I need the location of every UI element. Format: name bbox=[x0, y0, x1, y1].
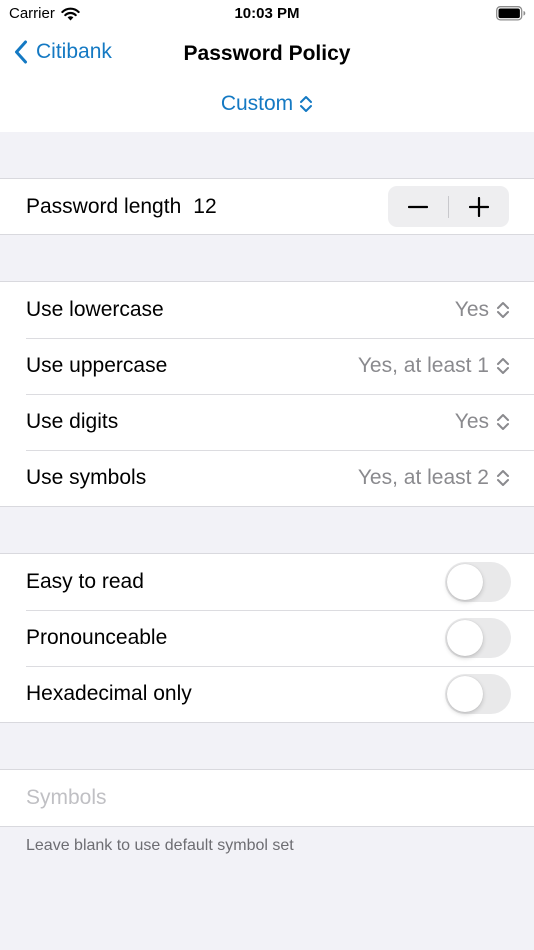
custom-symbols-section bbox=[0, 769, 534, 827]
digits-value[interactable]: Yes bbox=[455, 410, 510, 434]
hexadecimal-only-row: Hexadecimal only bbox=[0, 666, 534, 722]
digits-value-text: Yes bbox=[454, 410, 489, 433]
symbols-value-text: Yes, at least 2 bbox=[357, 466, 489, 489]
lowercase-row[interactable]: Use lowercase Yes bbox=[0, 282, 534, 338]
custom-symbols-row bbox=[0, 770, 534, 826]
password-length-row: Password length 12 bbox=[0, 179, 534, 234]
decrement-button[interactable] bbox=[388, 186, 448, 227]
chevron-left-icon bbox=[15, 40, 27, 64]
lowercase-label: Use lowercase bbox=[26, 298, 164, 321]
policy-mode-label: Custom bbox=[220, 92, 294, 115]
digits-row[interactable]: Use digits Yes bbox=[0, 394, 534, 450]
toggle-knob bbox=[447, 620, 483, 656]
length-section: Password length 12 bbox=[0, 178, 534, 235]
policy-mode-selector[interactable]: Custom bbox=[221, 92, 313, 116]
password-length-text: Password length 12 bbox=[26, 195, 217, 219]
chevron-up-down-icon bbox=[497, 470, 509, 486]
chevron-up-down-icon bbox=[497, 358, 509, 374]
toggle-knob bbox=[447, 564, 483, 600]
hexadecimal-only-toggle[interactable] bbox=[445, 674, 511, 714]
top-header: Carrier 10:03 PM Citibank Password Polic… bbox=[0, 0, 534, 132]
custom-symbols-input[interactable] bbox=[26, 786, 510, 810]
options-section: Easy to read Pronounceable Hexadecimal o… bbox=[0, 553, 534, 723]
symbols-label: Use symbols bbox=[26, 466, 147, 489]
password-length-stepper bbox=[388, 186, 509, 227]
battery-icon bbox=[496, 6, 526, 25]
password-length-label: Password length bbox=[26, 194, 182, 218]
navigation-bar: Citibank Password Policy bbox=[0, 28, 534, 82]
mode-row: Custom bbox=[0, 82, 534, 132]
symbols-row[interactable]: Use symbols Yes, at least 2 bbox=[0, 450, 534, 506]
hexadecimal-only-label: Hexadecimal only bbox=[26, 682, 192, 705]
uppercase-label: Use uppercase bbox=[26, 354, 168, 377]
lowercase-value-text: Yes bbox=[454, 298, 489, 321]
toggle-knob bbox=[447, 676, 483, 712]
pronounceable-toggle[interactable] bbox=[445, 618, 511, 658]
plus-icon bbox=[469, 196, 489, 217]
status-bar: Carrier 10:03 PM bbox=[0, 0, 534, 28]
easy-to-read-label: Easy to read bbox=[26, 570, 144, 593]
chevron-up-down-icon bbox=[300, 96, 313, 112]
minus-icon bbox=[408, 205, 428, 208]
chevron-up-down-icon bbox=[497, 302, 509, 318]
password-length-value: 12 bbox=[193, 194, 217, 218]
uppercase-value-text: Yes, at least 1 bbox=[357, 354, 489, 377]
chevron-up-down-icon bbox=[497, 414, 509, 430]
clock: 10:03 PM bbox=[234, 5, 300, 22]
easy-to-read-toggle[interactable] bbox=[445, 562, 511, 602]
character-sets-section: Use lowercase Yes Use uppercase Yes, at … bbox=[0, 281, 534, 507]
easy-to-read-row: Easy to read bbox=[0, 554, 534, 610]
back-button-label: Citibank bbox=[36, 40, 112, 63]
increment-button[interactable] bbox=[449, 186, 509, 227]
back-button[interactable]: Citibank bbox=[14, 40, 112, 64]
digits-label: Use digits bbox=[26, 410, 119, 433]
lowercase-value[interactable]: Yes bbox=[455, 298, 510, 322]
custom-symbols-footnote: Leave blank to use default symbol set bbox=[26, 837, 294, 854]
symbols-value[interactable]: Yes, at least 2 bbox=[358, 466, 510, 490]
pronounceable-label: Pronounceable bbox=[26, 626, 168, 649]
pronounceable-row: Pronounceable bbox=[0, 610, 534, 666]
uppercase-value[interactable]: Yes, at least 1 bbox=[358, 354, 510, 378]
uppercase-row[interactable]: Use uppercase Yes, at least 1 bbox=[0, 338, 534, 394]
